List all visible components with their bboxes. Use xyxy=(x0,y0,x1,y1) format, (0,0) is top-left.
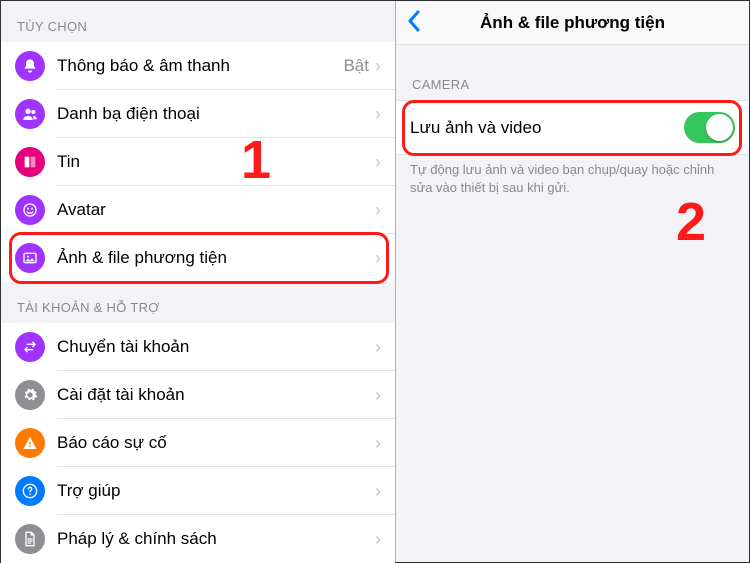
contacts-icon xyxy=(15,99,45,129)
help-icon xyxy=(15,476,45,506)
back-button[interactable] xyxy=(406,9,420,33)
chevron-right-icon: › xyxy=(375,386,381,404)
row-label: Báo cáo sự cố xyxy=(57,433,375,453)
row-label: Thông báo & âm thanh xyxy=(57,56,343,76)
nav-header: Ảnh & file phương tiện xyxy=(396,1,749,45)
toggle-label: Lưu ảnh và video xyxy=(410,118,684,138)
bell-icon xyxy=(15,51,45,81)
section-header-options: TÙY CHỌN xyxy=(1,1,395,42)
page-title: Ảnh & file phương tiện xyxy=(480,13,665,33)
row-label: Avatar xyxy=(57,200,375,220)
story-icon xyxy=(15,147,45,177)
chevron-right-icon: › xyxy=(375,338,381,356)
row-photos-media[interactable]: Ảnh & file phương tiện › xyxy=(1,234,395,282)
row-value: Bật xyxy=(343,56,369,76)
options-list: Thông báo & âm thanh Bật › Danh bạ điện … xyxy=(1,42,395,282)
section-header-account: TÀI KHOẢN & HỖ TRỢ xyxy=(1,282,395,323)
avatar-icon xyxy=(15,195,45,225)
chevron-right-icon: › xyxy=(375,482,381,500)
row-contacts[interactable]: Danh bạ điện thoại › xyxy=(1,90,395,138)
image-icon xyxy=(15,243,45,273)
row-label: Cài đặt tài khoản xyxy=(57,385,375,405)
row-avatar[interactable]: Avatar › xyxy=(1,186,395,234)
chevron-right-icon: › xyxy=(375,434,381,452)
row-label: Danh bạ điện thoại xyxy=(57,104,375,124)
footer-description: Tự động lưu ảnh và video bạn chụp/quay h… xyxy=(396,155,749,196)
gear-icon xyxy=(15,380,45,410)
account-list: Chuyển tài khoản › Cài đặt tài khoản › B… xyxy=(1,323,395,563)
warning-icon xyxy=(15,428,45,458)
media-settings-panel: Ảnh & file phương tiện CAMERA Lưu ảnh và… xyxy=(396,1,749,562)
annotation-number-2: 2 xyxy=(676,191,706,253)
row-label: Trợ giúp xyxy=(57,481,375,501)
document-icon xyxy=(15,524,45,554)
chevron-right-icon: › xyxy=(375,153,381,171)
row-label: Ảnh & file phương tiện xyxy=(57,248,375,268)
row-notifications[interactable]: Thông báo & âm thanh Bật › xyxy=(1,42,395,90)
chevron-right-icon: › xyxy=(375,105,381,123)
row-label: Tin xyxy=(57,152,375,172)
row-account-settings[interactable]: Cài đặt tài khoản › xyxy=(1,371,395,419)
row-story[interactable]: Tin › xyxy=(1,138,395,186)
row-label: Chuyển tài khoản xyxy=(57,337,375,357)
row-report-problem[interactable]: Báo cáo sự cố › xyxy=(1,419,395,467)
settings-panel: TÙY CHỌN Thông báo & âm thanh Bật › Danh… xyxy=(1,1,396,562)
chevron-right-icon: › xyxy=(375,249,381,267)
toggle-switch[interactable] xyxy=(684,112,735,143)
row-switch-account[interactable]: Chuyển tài khoản › xyxy=(1,323,395,371)
switch-account-icon xyxy=(15,332,45,362)
row-save-photos-videos[interactable]: Lưu ảnh và video xyxy=(396,100,749,155)
chevron-right-icon: › xyxy=(375,201,381,219)
row-legal[interactable]: Pháp lý & chính sách › xyxy=(1,515,395,563)
chevron-right-icon: › xyxy=(375,530,381,548)
chevron-right-icon: › xyxy=(375,57,381,75)
screenshot-container: TÙY CHỌN Thông báo & âm thanh Bật › Danh… xyxy=(0,0,750,563)
row-label: Pháp lý & chính sách xyxy=(57,529,375,549)
section-header-camera: CAMERA xyxy=(396,45,749,100)
row-help[interactable]: Trợ giúp › xyxy=(1,467,395,515)
